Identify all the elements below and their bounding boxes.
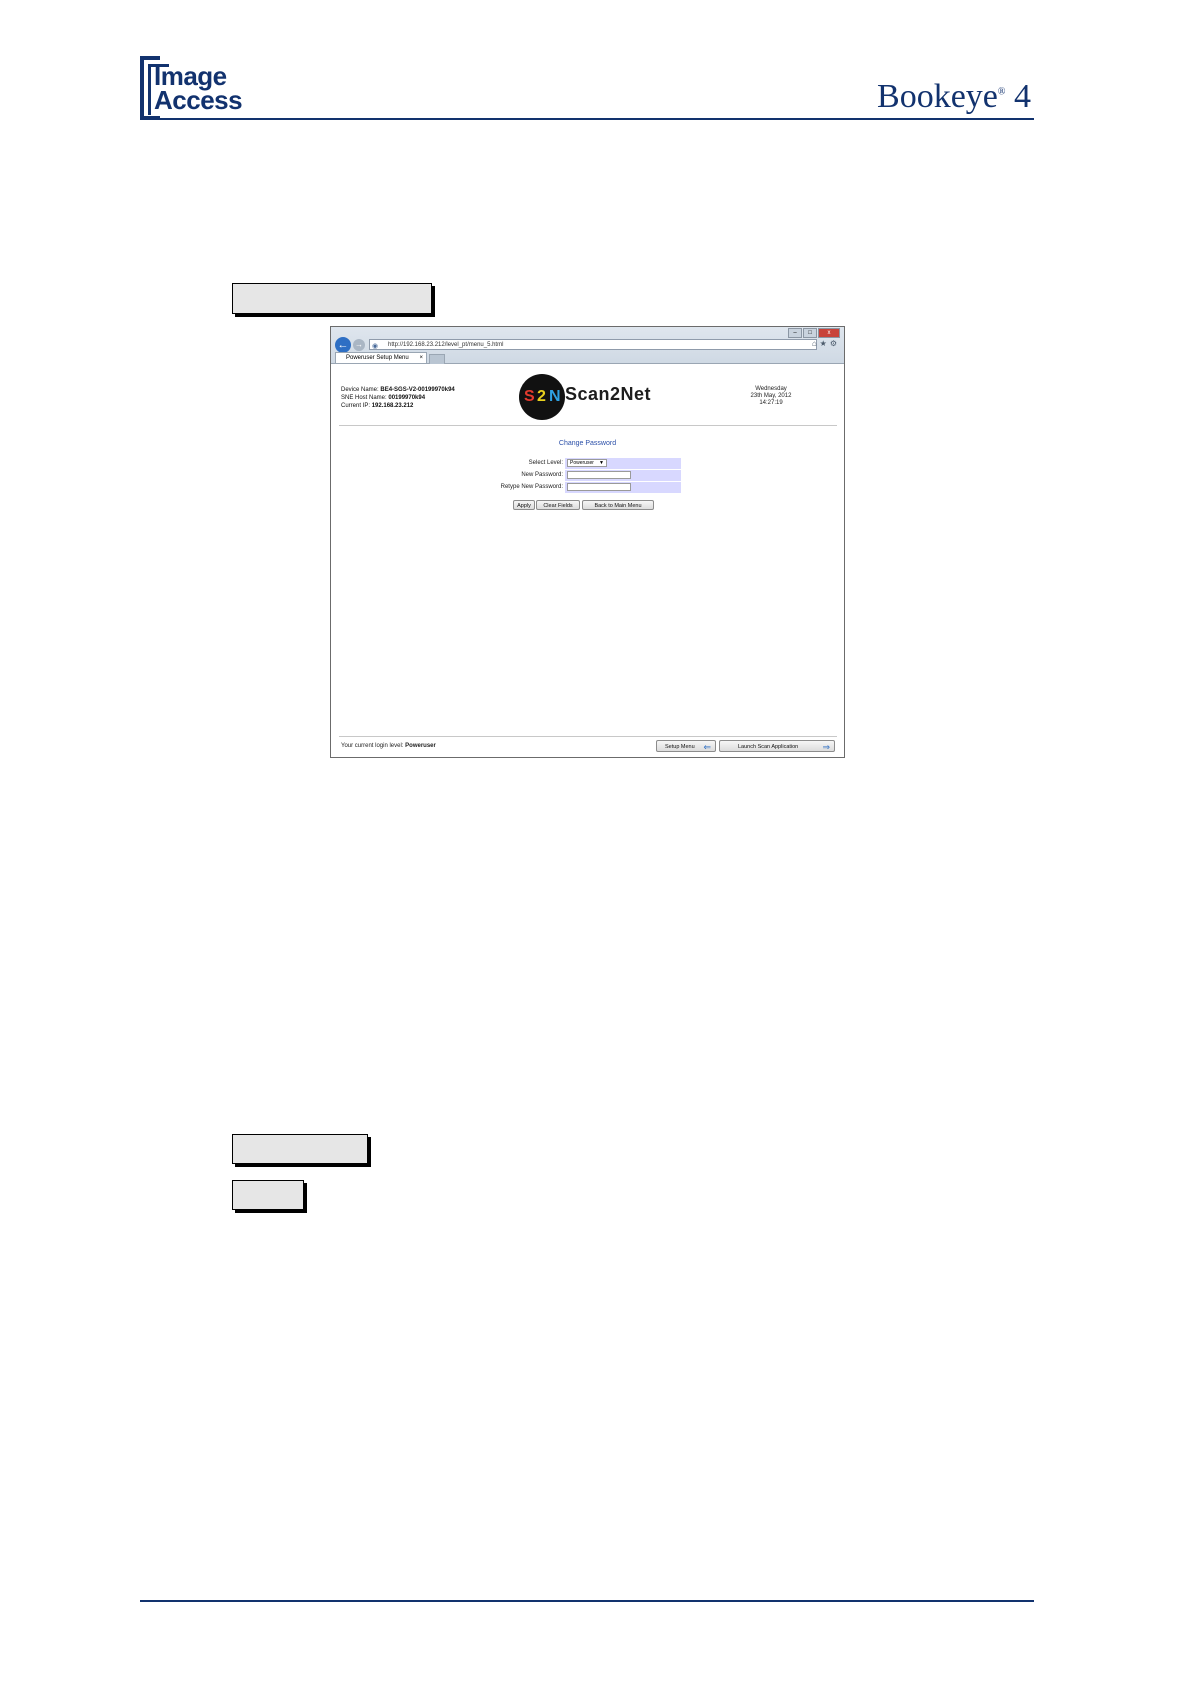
current-level-label: Your current login level: (341, 743, 404, 749)
scan2net-logo-circle: S 2 N (519, 374, 565, 420)
browser-tab[interactable]: Poweruser Setup Menu × (335, 352, 427, 363)
time: 14:27:19 (759, 400, 783, 406)
gear-icon[interactable]: ⚙ (830, 339, 840, 348)
header-rule (140, 118, 1034, 120)
host-name-row: SNE Host Name: 00199970k94 (341, 394, 455, 402)
weekday: Wednesday (755, 386, 787, 392)
browser-chrome: – □ x ← → ◉ http://192.168.23.212/level_… (331, 327, 844, 365)
launch-label: Launch Scan Application (738, 744, 799, 750)
favorites-star-icon[interactable]: ★ (820, 339, 830, 348)
new-password-label: New Password: (521, 472, 563, 478)
scan2net-wordmark: Scan2Net (565, 384, 652, 404)
window-controls: – □ x (788, 328, 840, 338)
select-level-row: Select Level: Poweruser ▼ (491, 458, 681, 469)
form-title: Change Password (558, 440, 617, 447)
ip-row: Current IP: 192.168.23.212 (341, 402, 455, 410)
registered-mark: ® (997, 86, 1006, 98)
ip-value: 192.168.23.212 (371, 403, 414, 409)
back-arrow-icon: ⇐ (703, 742, 711, 752)
retype-password-label: Retype New Password: (500, 484, 563, 490)
logo-2: 2 (537, 388, 546, 405)
tab-close-icon[interactable]: × (419, 353, 423, 364)
back-arrow-icon[interactable]: ← (335, 337, 351, 353)
retype-password-row: Retype New Password: (491, 482, 681, 493)
current-level-value: Poweruser (405, 743, 436, 749)
current-level: Your current login level: Poweruser (341, 741, 436, 751)
logo-text: Image Access (154, 63, 243, 115)
device-name-value: BE4-SGS-V2-00199970k94 (380, 387, 455, 393)
host-name-value: 00199970k94 (388, 395, 426, 401)
maximize-icon[interactable]: □ (803, 328, 817, 338)
device-info: Device Name: BE4-SGS-V2-00199970k94 SNE … (341, 386, 455, 410)
bookeye-logo: Bookeye® 4 (877, 78, 1031, 116)
label-box-top (232, 283, 432, 314)
level-select[interactable]: Poweruser ▼ (567, 459, 607, 467)
new-password-row: New Password: (491, 470, 681, 481)
tab-title: Poweruser Setup Menu (346, 355, 409, 361)
chevron-down-icon: ▼ (599, 460, 604, 466)
label-box-bottom (232, 1180, 304, 1210)
home-icon[interactable]: ⌂ (812, 339, 820, 348)
footer-rule (140, 1600, 1034, 1602)
apply-button[interactable]: Apply (513, 500, 535, 510)
setup-menu-label: Setup Menu (665, 744, 695, 750)
level-select-value: Poweruser (570, 460, 594, 466)
new-password-input[interactable] (567, 471, 631, 479)
select-level-label: Select Level: (528, 460, 563, 466)
back-to-main-menu-button[interactable]: Back to Main Menu (582, 500, 654, 510)
close-icon[interactable]: x (818, 328, 840, 338)
image-access-logo: Image Access (140, 56, 250, 120)
launch-scan-application-button[interactable]: Launch Scan Application ⇒ (719, 740, 835, 752)
toolbar-icons: ⌂★⚙ (812, 339, 840, 348)
forward-arrow-icon: ⇒ (822, 742, 830, 752)
web-page: Device Name: BE4-SGS-V2-00199970k94 SNE … (331, 364, 844, 757)
label-box-middle (232, 1134, 368, 1164)
address-bar[interactable]: ◉ http://192.168.23.212/level_pt/menu_5.… (369, 339, 817, 350)
footer-divider (339, 736, 837, 737)
logo-text-line2: Access (154, 85, 243, 115)
minimize-icon[interactable]: – (788, 328, 802, 338)
retype-password-input[interactable] (567, 483, 631, 491)
host-name-label: SNE Host Name: (341, 395, 387, 401)
clear-fields-button[interactable]: Clear Fields (536, 500, 580, 510)
logo-n: N (549, 388, 561, 405)
address-text: http://192.168.23.212/level_pt/menu_5.ht… (388, 342, 504, 348)
bookeye-word: Bookeye (877, 78, 998, 115)
forward-arrow-icon[interactable]: → (353, 339, 365, 351)
header-divider (339, 425, 837, 426)
device-name-label: Device Name: (341, 387, 379, 393)
ip-label: Current IP: (341, 403, 371, 409)
date-day: 23th May, 2012 (750, 393, 792, 399)
form-buttons: Apply Clear Fields Back to Main Menu (513, 500, 663, 510)
browser-window: – □ x ← → ◉ http://192.168.23.212/level_… (330, 326, 845, 758)
device-name-row: Device Name: BE4-SGS-V2-00199970k94 (341, 386, 455, 394)
bookeye-number: 4 (1014, 78, 1031, 115)
date-time: Wednesday 23th May, 2012 14:27:19 (731, 386, 811, 407)
page-icon: ◉ (372, 343, 379, 350)
setup-menu-button[interactable]: Setup Menu ⇐ (656, 740, 716, 752)
logo-s: S (524, 388, 535, 405)
